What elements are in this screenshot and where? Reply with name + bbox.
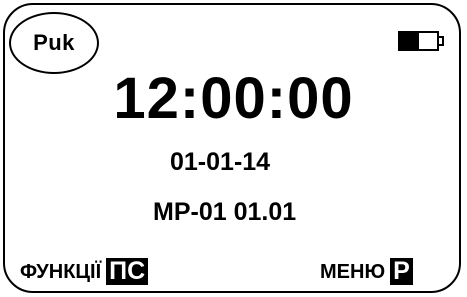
menu-softkey[interactable]: МЕНЮ Р (320, 258, 413, 285)
menu-key-button[interactable]: Р (390, 258, 413, 285)
functions-softkey-label: ФУНКЦІЇ (20, 260, 102, 283)
menu-softkey-label: МЕНЮ (320, 260, 386, 283)
date-display: 01-01-14 (170, 148, 271, 176)
mode-badge: Puk (9, 12, 99, 74)
model-version: MP-01 01.01 (153, 198, 297, 226)
mode-label: Puk (33, 30, 75, 55)
functions-softkey[interactable]: ФУНКЦІЇ ПС (20, 258, 149, 285)
battery-low-icon (398, 31, 444, 51)
clock-time: 12:00:00 (113, 66, 354, 131)
functions-key-button[interactable]: ПС (106, 258, 149, 285)
